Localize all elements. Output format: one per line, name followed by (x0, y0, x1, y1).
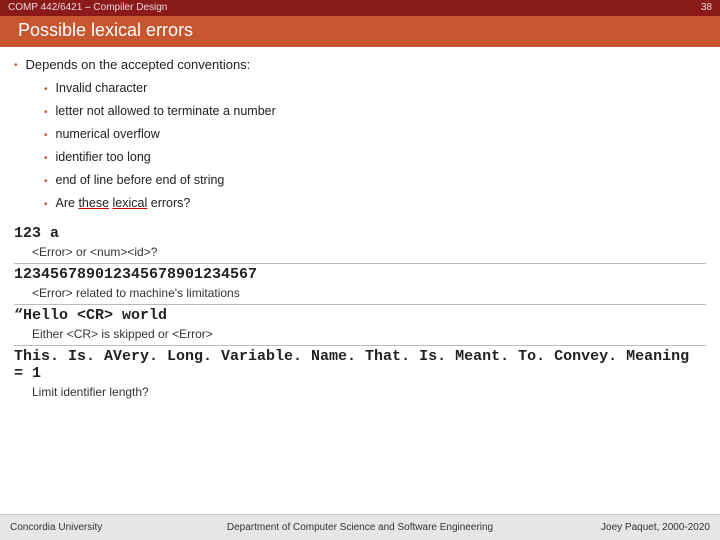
example-code: 123456789012345678901234567 (14, 263, 706, 284)
course-label: COMP 442/6421 – Compiler Design (8, 2, 167, 14)
q-prefix: Are (56, 196, 79, 210)
question-text: Are these lexical errors? (56, 196, 191, 210)
slide-title: Possible lexical errors (0, 16, 720, 47)
sub-bullet: • end of line before end of string (44, 173, 706, 191)
example-note: Either <CR> is skipped or <Error> (14, 325, 706, 345)
sub-bullet: • Invalid character (44, 81, 706, 99)
slide-content: • Depends on the accepted conventions: •… (0, 47, 720, 403)
example-code: This. Is. AVery. Long. Variable. Name. T… (14, 345, 706, 383)
bullet-icon: • (44, 196, 48, 214)
bullet-icon: • (14, 57, 18, 75)
q-word1: these (78, 196, 109, 210)
footer-left: Concordia University (10, 522, 102, 533)
sub-bullet: • identifier too long (44, 150, 706, 168)
sub-bullet-list: • Invalid character • letter not allowed… (14, 81, 706, 214)
bullet-icon: • (44, 150, 48, 168)
main-bullet: • Depends on the accepted conventions: (14, 57, 706, 75)
sub-bullet-text: identifier too long (56, 150, 151, 164)
examples-block: 123 a <Error> or <num><id>? 123456789012… (14, 219, 706, 403)
example-note: Limit identifier length? (14, 383, 706, 403)
sub-bullet-text: letter not allowed to terminate a number (56, 104, 276, 118)
sub-bullet: • letter not allowed to terminate a numb… (44, 104, 706, 122)
sub-bullet: • numerical overflow (44, 127, 706, 145)
footer: Concordia University Department of Compu… (0, 514, 720, 540)
example-code: “Hello <CR> world (14, 304, 706, 325)
page-number: 38 (701, 2, 712, 14)
sub-bullet-question: • Are these lexical errors? (44, 196, 706, 214)
example-code: 123 a (14, 223, 706, 243)
q-suffix: errors? (147, 196, 190, 210)
sub-bullet-text: end of line before end of string (56, 173, 225, 187)
bullet-icon: • (44, 173, 48, 191)
bullet-icon: • (44, 81, 48, 99)
bullet-icon: • (44, 127, 48, 145)
bullet-icon: • (44, 104, 48, 122)
main-bullet-text: Depends on the accepted conventions: (26, 57, 251, 72)
q-word2: lexical (113, 196, 148, 210)
top-bar: COMP 442/6421 – Compiler Design 38 (0, 0, 720, 16)
example-note: <Error> related to machine's limitations (14, 284, 706, 304)
footer-right: Joey Paquet, 2000-2020 (601, 522, 710, 533)
sub-bullet-text: Invalid character (56, 81, 148, 95)
example-note: <Error> or <num><id>? (14, 243, 706, 263)
sub-bullet-text: numerical overflow (56, 127, 160, 141)
